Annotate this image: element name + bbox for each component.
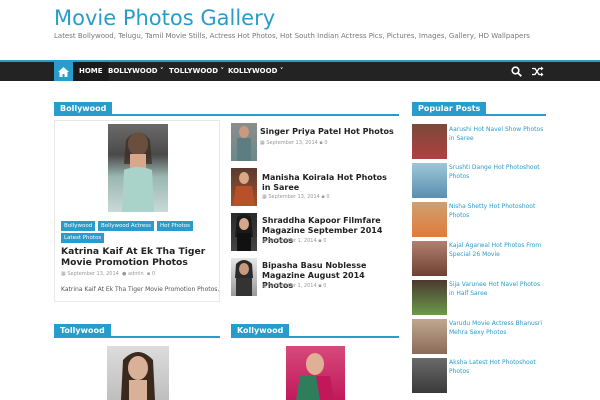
popular-post-5-title[interactable]: Sija Varunee Hot Navel Photos in Half Sa… [449, 280, 547, 299]
nav-item-home[interactable]: HOME [73, 62, 109, 81]
popular-post-2-image[interactable] [412, 163, 447, 198]
post-date[interactable]: September 13, 2014 [67, 271, 119, 277]
popular-post-6-title[interactable]: Varudu Movie Actress Bhanusri Mehra Sexy… [449, 319, 547, 338]
side-post-4-meta: ▦ September 1, 2014 ▪ 0 [262, 283, 326, 289]
section-title-tollywood[interactable]: Tollywood [54, 324, 111, 338]
site-title[interactable]: Movie Photos Gallery [54, 6, 275, 30]
post-comments[interactable]: 0 [326, 194, 329, 200]
post-date[interactable]: September 1, 2014 [268, 283, 316, 289]
popular-post-6-image[interactable] [412, 319, 447, 354]
post-date[interactable]: September 13, 2014 [268, 194, 320, 200]
section-title-kollywood[interactable]: Kollywood [231, 324, 290, 338]
side-post-3-image[interactable] [231, 213, 257, 251]
shuffle-icon [532, 66, 544, 77]
kollywood-featured-image[interactable] [286, 346, 345, 400]
post-date[interactable]: September 13, 2014 [266, 140, 318, 146]
side-post-1-image[interactable] [231, 123, 257, 161]
side-post-4-image[interactable] [231, 258, 257, 296]
tag-latest-photos[interactable]: Latest Photos [61, 233, 105, 243]
popular-post-3-title[interactable]: Nisha Shetty Hot Photoshoot Photos [449, 202, 547, 221]
kollywood-section-header: Kollywood [231, 324, 399, 338]
popular-post-3-image[interactable] [412, 202, 447, 237]
search-icon [511, 66, 522, 77]
section-title-popular[interactable]: Popular Posts [412, 102, 487, 116]
site-header: Movie Photos Gallery Latest Bollywood, T… [0, 0, 600, 60]
post-comments[interactable]: 0 [323, 238, 326, 244]
tag-bollywood[interactable]: Bollywood [61, 221, 96, 231]
featured-post-title[interactable]: Katrina Kaif At Ek Tha Tiger Movie Promo… [61, 246, 211, 268]
side-post-1-title[interactable]: Singer Priya Patel Hot Photos [260, 127, 400, 137]
popular-post-1-title[interactable]: Aarushi Hot Navel Show Photos in Saree [449, 125, 547, 144]
side-post-2-title[interactable]: Manisha Koirala Hot Photos in Saree [262, 173, 397, 193]
popular-post-4-title[interactable]: Kajal Agarwal Hot Photos From Special 26… [449, 241, 547, 260]
popular-posts-header: Popular Posts [412, 102, 546, 116]
tollywood-section-header: Tollywood [54, 324, 220, 338]
featured-post-meta: ▦ September 13, 2014 ● admin ▪ 0 [61, 271, 155, 277]
home-icon [58, 66, 69, 77]
popular-post-1-image[interactable] [412, 124, 447, 159]
featured-post-image[interactable] [108, 124, 168, 212]
tollywood-featured-image[interactable] [107, 346, 169, 400]
popular-post-4-image[interactable] [412, 241, 447, 276]
tag-bollywood-actress[interactable]: Bollywood Actress [98, 221, 155, 231]
search-button[interactable] [511, 66, 522, 77]
bollywood-section-header: Bollywood [54, 102, 399, 116]
post-comments[interactable]: 0 [324, 140, 327, 146]
section-title-bollywood[interactable]: Bollywood [54, 102, 113, 116]
popular-post-5-image[interactable] [412, 280, 447, 315]
post-comments[interactable]: 0 [323, 283, 326, 289]
nav-item-bollywood[interactable]: BOLLYWOOD ˅ [108, 62, 164, 81]
site-tagline: Latest Bollywood, Telugu, Tamil Movie St… [54, 32, 530, 40]
side-post-3-meta: ▦ September 1, 2014 ▪ 0 [262, 238, 326, 244]
side-post-2-meta: ▦ September 13, 2014 ▪ 0 [262, 194, 330, 200]
side-post-1-meta: ▦ September 13, 2014 ▪ 0 [260, 140, 328, 146]
post-comments[interactable]: 0 [152, 271, 155, 277]
main-navigation: HOME BOLLYWOOD ˅ TOLLYWOOD ˅ KOLLYWOOD ˅ [0, 60, 600, 81]
popular-post-2-title[interactable]: Srushti Dange Hot Photoshoot Photos [449, 163, 547, 182]
featured-post-excerpt: Katrina Kaif At Ek Tha Tiger Movie Promo… [61, 286, 220, 293]
nav-item-tollywood[interactable]: TOLLYWOOD ˅ [169, 62, 224, 81]
post-author[interactable]: admin [128, 271, 144, 277]
popular-post-7-image[interactable] [412, 358, 447, 393]
side-post-2-image[interactable] [231, 168, 257, 206]
popular-post-7-title[interactable]: Aksha Latest Hot Photoshoot Photos [449, 358, 547, 377]
nav-item-kollywood[interactable]: KOLLYWOOD ˅ [228, 62, 283, 81]
tag-hot-photos[interactable]: Hot Photos [157, 221, 193, 231]
post-date[interactable]: September 1, 2014 [268, 238, 316, 244]
random-post-button[interactable] [532, 66, 544, 77]
nav-home-button[interactable] [54, 62, 73, 81]
